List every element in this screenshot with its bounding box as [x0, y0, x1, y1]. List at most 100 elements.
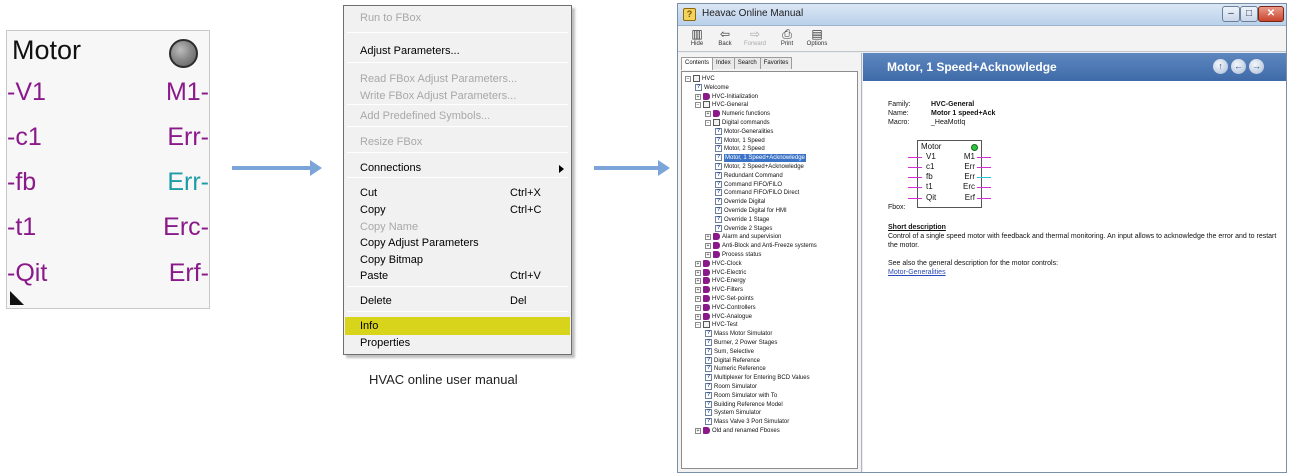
nav-prev-icon[interactable]: ←	[1231, 59, 1246, 74]
collapse-icon[interactable]: −	[705, 120, 711, 126]
expand-icon[interactable]: +	[705, 243, 711, 250]
tree-item[interactable]: + HVC-Filters	[695, 286, 743, 294]
tree-item[interactable]: ? System Simulator	[705, 409, 761, 417]
tree-item[interactable]: ? Welcome	[695, 83, 729, 92]
tree-item[interactable]: + HVC-Clock	[695, 259, 742, 268]
expand-icon[interactable]: +	[695, 287, 701, 294]
tree-item[interactable]: + Old and renamed Fboxes	[695, 427, 780, 435]
nav-up-icon[interactable]: ↑	[1213, 59, 1228, 74]
tree-item[interactable]: ? Mass Motor Simulator	[705, 330, 772, 338]
expand-icon[interactable]: +	[705, 252, 711, 258]
maximize-button[interactable]: □	[1240, 6, 1258, 22]
tree-item-selected[interactable]: ? Motor, 1 Speed+Acknowledge	[715, 154, 806, 163]
menu-item-connections[interactable]: Connections	[345, 159, 570, 177]
input-pin-c1[interactable]: -c1	[7, 122, 42, 152]
input-pin-fb[interactable]: -fb	[7, 167, 36, 197]
tree-item[interactable]: ? Motor, 2 Speed	[715, 145, 765, 153]
tree-item[interactable]: − HVC	[685, 75, 715, 83]
expand-icon[interactable]: +	[695, 428, 701, 434]
close-button[interactable]: ✕	[1258, 6, 1284, 22]
expand-icon[interactable]: +	[695, 304, 701, 311]
tree-item-label: HVC-Controllers	[712, 304, 756, 311]
expand-icon[interactable]: +	[695, 260, 701, 267]
expand-icon[interactable]: +	[695, 278, 701, 285]
toolbar-back-button[interactable]: ⇦ Back	[710, 27, 740, 47]
tree-item[interactable]: + Anti-Block and Anti-Freeze systems	[705, 242, 817, 250]
tree-item[interactable]: ? Redundant Command	[715, 171, 783, 180]
nav-next-icon[interactable]: →	[1249, 59, 1264, 74]
tab-favorites[interactable]: Favorites	[759, 57, 793, 69]
menu-item-copy-adjust-parameters[interactable]: Copy Adjust Parameters	[345, 234, 570, 252]
menu-item-info[interactable]: Info	[345, 317, 570, 335]
tree-item[interactable]: − HVC-General	[695, 101, 748, 109]
toolbar-print-button[interactable]: ⎙ Print	[772, 27, 802, 47]
output-pin-4[interactable]: Erf-	[169, 258, 209, 288]
tree-item[interactable]: ? Room Simulator	[705, 383, 757, 391]
tree-item[interactable]: ? Burner, 2 Power Stages	[705, 339, 777, 347]
menu-item-cut[interactable]: Cut Ctrl+X	[345, 184, 570, 202]
menu-item-adjust-parameters[interactable]: Adjust Parameters...	[345, 42, 570, 60]
input-pin-t1[interactable]: -t1	[7, 212, 36, 242]
expand-icon[interactable]: +	[695, 296, 701, 302]
flow-arrow-2	[594, 160, 670, 176]
tree-item[interactable]: + HVC-Analogue	[695, 312, 752, 321]
tree-item[interactable]: ? Digital Reference	[705, 356, 760, 365]
tree-item[interactable]: ? Override 1 Stage	[715, 215, 769, 224]
window-title: Heavac Online Manual	[702, 8, 804, 19]
tree-item[interactable]: ? Motor, 1 Speed	[715, 136, 765, 145]
expand-icon[interactable]: +	[695, 93, 701, 100]
collapse-icon[interactable]: −	[695, 322, 701, 329]
menu-item-delete[interactable]: Delete Del	[345, 292, 570, 310]
topic-title: Motor, 1 Speed+Acknowledge	[887, 60, 1057, 74]
motor-generalities-link[interactable]: Motor-Generalities	[888, 268, 946, 277]
tree-item[interactable]: + Alarm and supervision	[705, 233, 781, 241]
minimize-button[interactable]: –	[1222, 6, 1240, 22]
menu-item-write-fbox-adjust-parameters: Write FBox Adjust Parameters...	[345, 87, 570, 105]
output-pin-3[interactable]: Erc-	[163, 212, 209, 242]
tree-item[interactable]: ? Motor-Generalities	[715, 127, 773, 136]
output-pin-2[interactable]: Err-	[167, 167, 209, 197]
tree-item[interactable]: ? Override 2 Stages	[715, 224, 772, 233]
tree-item[interactable]: + Process status	[705, 251, 761, 259]
tree-item[interactable]: ? Motor, 2 Speed+Acknowledge	[715, 163, 804, 171]
menu-item-paste[interactable]: Paste Ctrl+V	[345, 267, 570, 285]
menu-item-copy[interactable]: Copy Ctrl+C	[345, 201, 570, 219]
expand-icon[interactable]: +	[705, 111, 711, 118]
tab-index[interactable]: Index	[712, 57, 735, 69]
window-titlebar[interactable]: ? Heavac Online Manual – □ ✕	[678, 4, 1286, 26]
expand-icon[interactable]: +	[705, 234, 711, 241]
expand-icon[interactable]: +	[695, 313, 701, 320]
tree-item[interactable]: ? Command FIFO/FILO Direct	[715, 189, 799, 197]
toolbar-options-button[interactable]: ▤ Options	[802, 27, 832, 47]
toolbar-hide-button[interactable]: ▥ Hide	[682, 27, 712, 47]
input-pin-v1[interactable]: -V1	[7, 77, 46, 107]
tree-item[interactable]: ? Multiplexer for Entering BCD Values	[705, 374, 810, 382]
motor-fbox[interactable]: Motor -V1 -c1 -fb -t1 -Qit M1- Err- Err- Erc- Erf…	[6, 30, 210, 309]
tree-item[interactable]: + HVC-Set-points	[695, 295, 754, 303]
tree-item[interactable]: ? Numeric Reference	[705, 365, 766, 373]
menu-item-properties[interactable]: Properties	[345, 334, 570, 352]
tree-item[interactable]: + Numeric functions	[705, 110, 770, 118]
tree-item[interactable]: ? Override Digital for HMI	[715, 207, 787, 215]
tree-item[interactable]: ? Override Digital	[715, 198, 765, 206]
input-pin-qit[interactable]: -Qit	[7, 258, 47, 288]
output-pin-1[interactable]: Err-	[167, 122, 209, 152]
tab-search[interactable]: Search	[733, 57, 761, 69]
tree-item[interactable]: ? Sum, Selective	[705, 347, 754, 356]
collapse-icon[interactable]: −	[685, 76, 691, 82]
tree-item[interactable]: + HVC-Energy	[695, 277, 746, 285]
tree-item[interactable]: ? Building Reference Model	[705, 400, 783, 409]
tree-item[interactable]: + HVC-Electric	[695, 268, 746, 277]
tree-item[interactable]: ? Mass Valve 3 Port Simulator	[705, 418, 789, 426]
tree-item[interactable]: − HVC-Test	[695, 321, 738, 329]
contents-tree[interactable]: − HVC? Welcome + HVC-Initialization − HVC-Gene…	[681, 71, 858, 469]
tree-item[interactable]: ? Room Simulator with To	[705, 391, 777, 400]
tab-contents[interactable]: Contents	[681, 57, 714, 70]
tree-item[interactable]: + HVC-Controllers	[695, 303, 756, 312]
output-pin-0[interactable]: M1-	[166, 77, 209, 107]
tree-item[interactable]: ? Command FIFO/FILO	[715, 180, 782, 189]
expand-icon[interactable]: +	[695, 269, 701, 276]
tree-item[interactable]: − Digital commands	[705, 119, 770, 127]
collapse-icon[interactable]: −	[695, 102, 701, 109]
tree-item[interactable]: + HVC-Initialization	[695, 92, 758, 101]
